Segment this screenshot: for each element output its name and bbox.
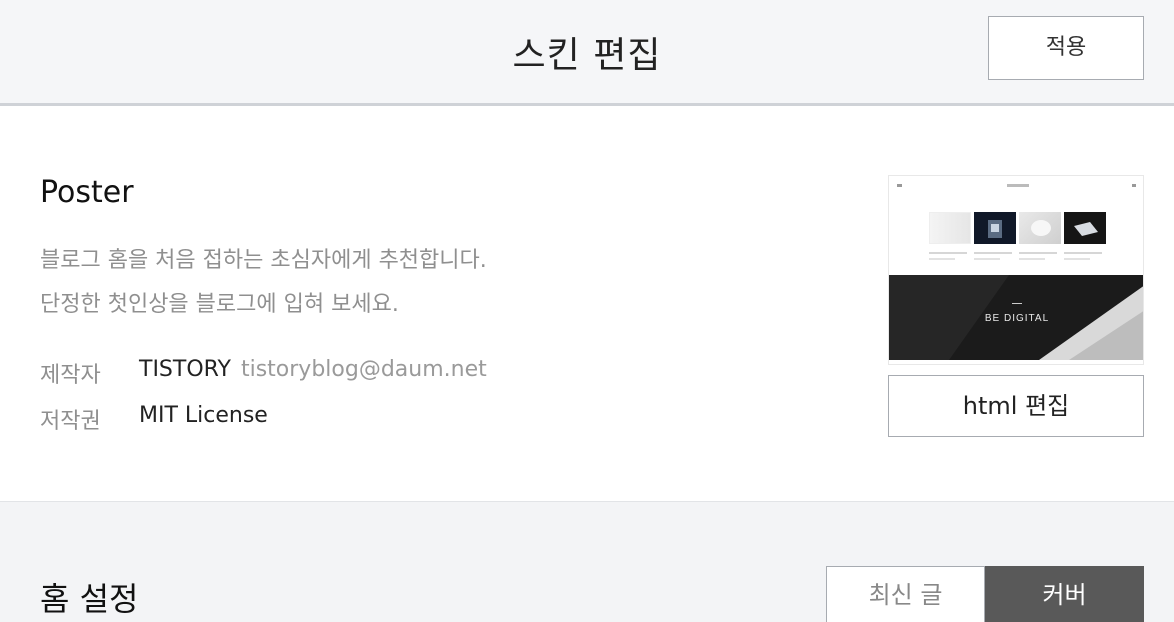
preview-caption [1019, 252, 1057, 254]
skin-description-line-2: 단정한 첫인상을 블로그에 입혀 보세요. [40, 292, 399, 317]
preview-caption [974, 252, 1012, 254]
skin-info-section: Poster 블로그 홈을 처음 접하는 초심자에게 추천합니다. 단정한 첫인… [0, 109, 1174, 502]
maker-email: tistoryblog@daum.net [240, 357, 487, 382]
preview-topbar [889, 176, 1143, 198]
home-mode-toggle: 최신 글 커버 [826, 566, 1144, 622]
skin-preview-image: BE DIGITAL [888, 175, 1144, 365]
preview-caption [929, 258, 955, 260]
preview-logo [1007, 184, 1029, 187]
preview-thumb-3-graphic [1031, 220, 1051, 236]
preview-banner: BE DIGITAL [889, 275, 1143, 360]
preview-thumb-3 [1019, 212, 1061, 244]
skin-description-line-1: 블로그 홈을 처음 접하는 초심자에게 추천합니다. [40, 248, 487, 273]
home-settings-title: 홈 설정 [40, 580, 139, 618]
preview-caption [929, 252, 967, 254]
maker-label: 제작자 [40, 363, 101, 388]
preview-caption [1064, 258, 1090, 260]
preview-search-icon [1132, 184, 1136, 187]
skin-description: 블로그 홈을 처음 접하는 초심자에게 추천합니다. 단정한 첫인상을 블로그에… [40, 239, 487, 327]
preview-thumb-4-graphic [1074, 222, 1098, 236]
preview-caption [1019, 258, 1045, 260]
preview-thumb-4 [1064, 212, 1106, 244]
license-label: 저작권 [40, 409, 101, 434]
preview-thumb-1 [929, 212, 971, 244]
preview-caption [1064, 252, 1102, 254]
preview-banner-text: BE DIGITAL [984, 313, 1050, 324]
preview-thumb-2-graphic [988, 220, 1002, 238]
home-settings-section: 홈 설정 최신 글 커버 [0, 502, 1174, 622]
apply-button[interactable]: 적용 [988, 16, 1144, 80]
html-edit-button[interactable]: html 편집 [888, 375, 1144, 437]
preview-menu-icon [897, 184, 902, 187]
preview-thumb-2 [974, 212, 1016, 244]
skin-name: Poster [40, 175, 134, 210]
maker-value: TISTORY tistoryblog@daum.net [139, 357, 487, 382]
maker-name: TISTORY [139, 357, 231, 382]
toggle-recent-posts[interactable]: 최신 글 [826, 566, 985, 622]
top-header: 스킨 편집 적용 [0, 0, 1174, 106]
license-value: MIT License [139, 403, 268, 428]
preview-banner-dash [1012, 303, 1022, 304]
toggle-cover[interactable]: 커버 [985, 566, 1144, 622]
preview-caption [974, 258, 1000, 260]
